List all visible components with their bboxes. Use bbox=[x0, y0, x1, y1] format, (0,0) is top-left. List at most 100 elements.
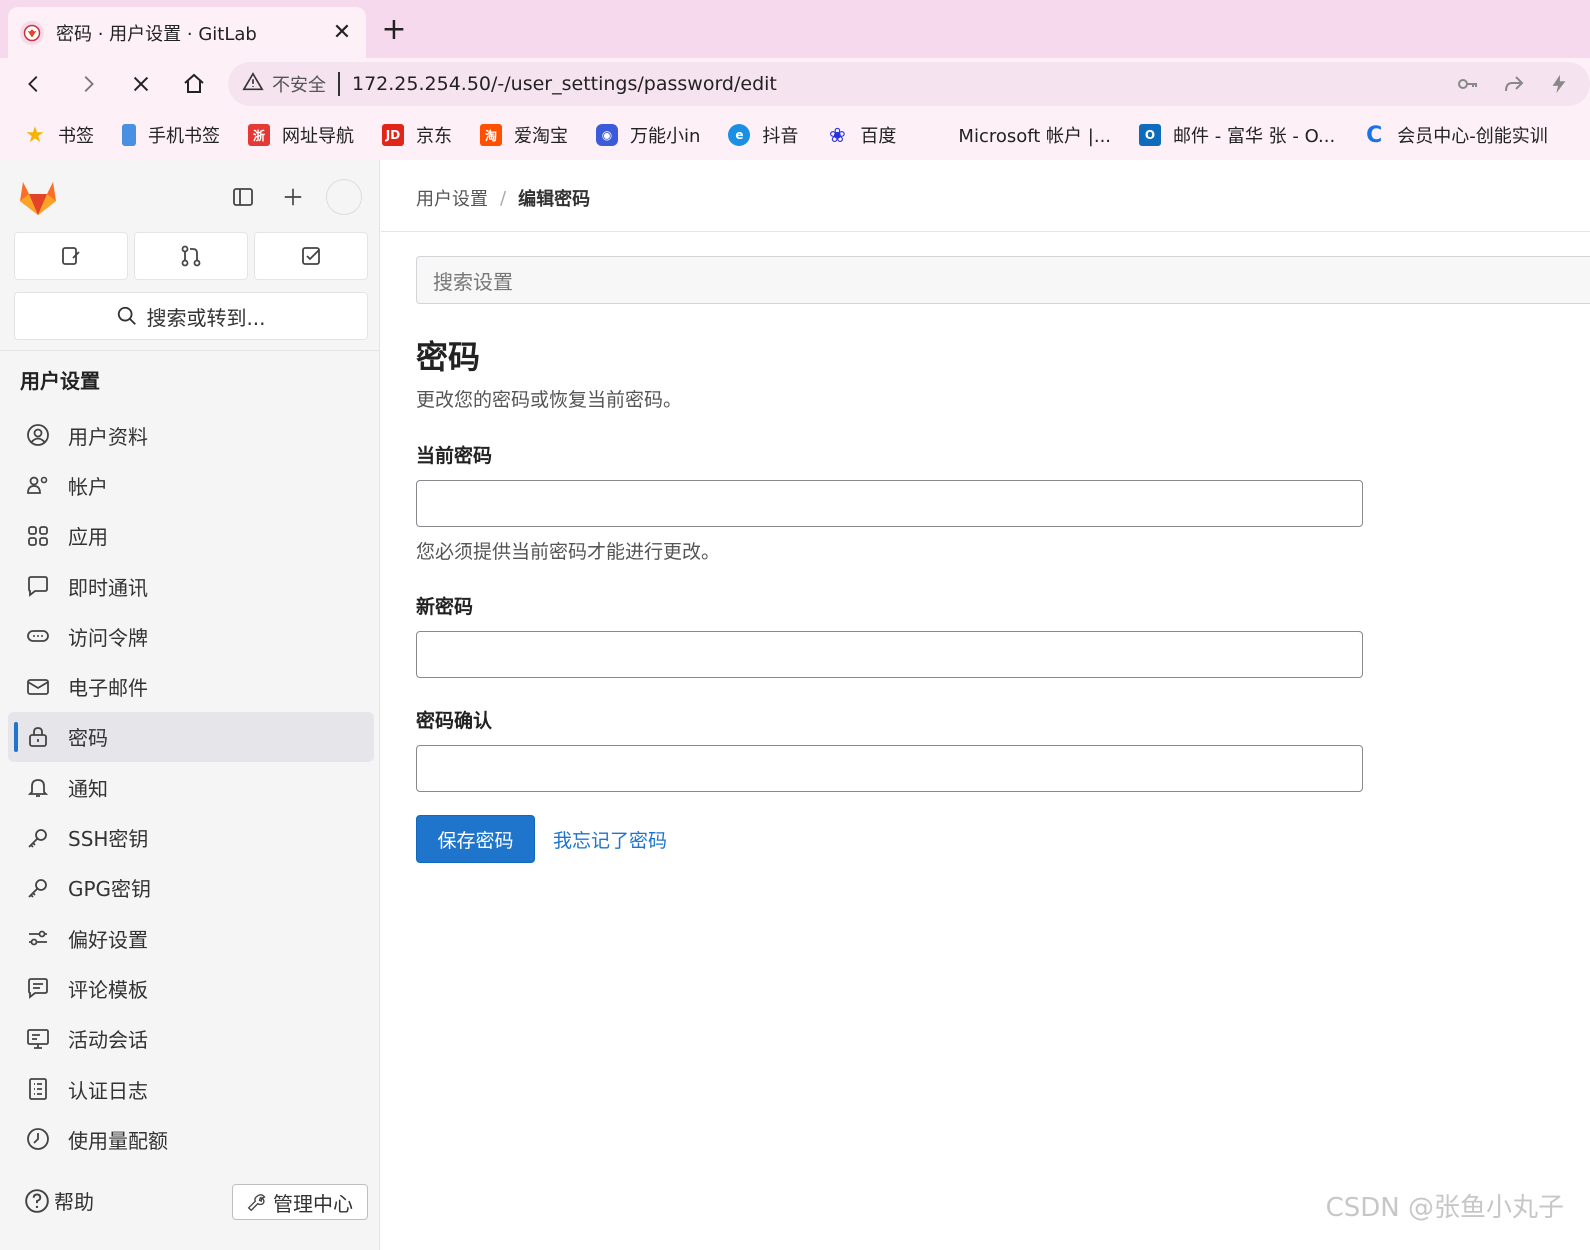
help-label: 帮助 bbox=[54, 1190, 94, 1214]
bookmark-item[interactable]: Microsoft 帐户 |... bbox=[924, 122, 1111, 148]
admin-label: 管理中心 bbox=[273, 1191, 353, 1216]
toggle-sidebar-icon[interactable] bbox=[228, 182, 258, 212]
sidebar-item-label: 通知 bbox=[68, 776, 108, 801]
gitlab-logo-icon[interactable] bbox=[18, 178, 58, 220]
bookmarks-bar: ★ 书签 手机书签 浙 网址导航 JD 京东 淘 爱淘宝 ◉ 万能小in e 抖… bbox=[0, 110, 1590, 160]
sidebar-item-active-sessions[interactable]: 活动会话 bbox=[8, 1014, 374, 1064]
browser-tab[interactable]: 密码 · 用户设置 · GitLab ✕ bbox=[8, 7, 366, 58]
bookmark-label: 万能小in bbox=[630, 126, 701, 147]
sidebar-header bbox=[0, 160, 380, 232]
avatar[interactable] bbox=[326, 179, 362, 215]
key-icon bbox=[24, 824, 52, 852]
lock-icon bbox=[24, 723, 52, 751]
sidebar-item-profile[interactable]: 用户资料 bbox=[8, 410, 374, 460]
sidebar: 搜索或转到... 用户设置 用户资料 帐户 应用 即时通讯 访问令牌 电子邮件 bbox=[0, 160, 380, 1250]
account-icon bbox=[24, 471, 52, 499]
settings-search-input[interactable]: 搜索设置 bbox=[416, 256, 1590, 304]
back-icon[interactable] bbox=[18, 68, 50, 100]
issues-button[interactable] bbox=[14, 232, 128, 280]
bookmark-label: 书签 bbox=[58, 126, 94, 147]
sidebar-item-ssh-keys[interactable]: SSH密钥 bbox=[8, 812, 374, 862]
sidebar-item-label: 即时通讯 bbox=[68, 575, 148, 600]
star-icon: ★ bbox=[25, 122, 45, 148]
new-tab-button[interactable]: + bbox=[378, 14, 410, 46]
password-key-icon[interactable] bbox=[1456, 72, 1480, 100]
bookmark-label: 抖音 bbox=[762, 126, 799, 147]
confirm-password-field[interactable] bbox=[416, 745, 1363, 792]
bookmark-item[interactable]: C 会员中心-创能实训 bbox=[1363, 122, 1548, 148]
bookmark-item[interactable]: JD 京东 bbox=[382, 122, 452, 148]
warning-icon[interactable] bbox=[242, 71, 264, 97]
key-icon bbox=[24, 874, 52, 902]
sidebar-item-preferences[interactable]: 偏好设置 bbox=[8, 913, 374, 963]
home-icon[interactable] bbox=[178, 68, 210, 100]
forward-icon[interactable] bbox=[72, 68, 104, 100]
bookmark-item[interactable]: ❀ 百度 bbox=[826, 122, 896, 148]
sidebar-item-label: 使用量配额 bbox=[68, 1128, 168, 1153]
bookmark-label: 邮件 - 富华 张 - O... bbox=[1173, 126, 1336, 147]
new-password-label: 新密码 bbox=[416, 596, 474, 618]
help-button[interactable]: 帮助 bbox=[24, 1186, 94, 1215]
page-title: 密码 bbox=[416, 338, 481, 376]
todo-button[interactable] bbox=[254, 232, 368, 280]
breadcrumb-edit-password[interactable]: 编辑密码 bbox=[518, 185, 590, 211]
sidebar-item-label: 认证日志 bbox=[68, 1078, 148, 1103]
bookmark-item[interactable]: ★ 书签 bbox=[24, 122, 94, 148]
sidebar-item-password[interactable]: 密码 bbox=[8, 711, 374, 763]
sidebar-section-title: 用户设置 bbox=[20, 369, 100, 393]
bookmark-item[interactable]: ◉ 万能小in bbox=[596, 122, 700, 148]
bookmark-item[interactable]: 浙 网址导航 bbox=[248, 122, 354, 148]
phone-icon bbox=[122, 124, 136, 146]
chat-icon bbox=[24, 572, 52, 600]
sidebar-item-gpg-keys[interactable]: GPG密钥 bbox=[8, 863, 374, 913]
watermark: CSDN @张鱼小丸子 bbox=[1325, 1193, 1564, 1223]
tab-close-icon[interactable]: ✕ bbox=[330, 20, 354, 45]
url-text[interactable]: 172.25.254.50/-/user_settings/password/e… bbox=[352, 73, 777, 95]
bookmark-item[interactable]: O 邮件 - 富华 张 - O... bbox=[1139, 122, 1335, 148]
bookmark-label: 手机书签 bbox=[148, 126, 220, 147]
quota-icon bbox=[24, 1125, 52, 1153]
sidebar-item-access-tokens[interactable]: 访问令牌 bbox=[8, 611, 374, 661]
bookmark-item[interactable]: 手机书签 bbox=[122, 122, 220, 148]
sidebar-item-applications[interactable]: 应用 bbox=[8, 511, 374, 561]
breadcrumb-separator: / bbox=[500, 187, 507, 209]
sidebar-item-account[interactable]: 帐户 bbox=[8, 460, 374, 510]
breadcrumb-user-settings[interactable]: 用户设置 bbox=[416, 185, 488, 211]
todo-icon bbox=[302, 247, 320, 265]
search-icon bbox=[118, 306, 137, 325]
sidebar-item-usage-quotas[interactable]: 使用量配额 bbox=[8, 1114, 374, 1164]
microsoft-icon bbox=[924, 124, 946, 146]
merge-requests-button[interactable] bbox=[134, 232, 248, 280]
outlook-icon: O bbox=[1139, 124, 1162, 146]
sidebar-item-notifications[interactable]: 通知 bbox=[8, 762, 374, 812]
forgot-password-link[interactable]: 我忘记了密码 bbox=[553, 826, 667, 853]
lightning-icon[interactable] bbox=[1548, 72, 1570, 100]
sidebar-item-comment-templates[interactable]: 评论模板 bbox=[8, 963, 374, 1013]
taobao-icon: 淘 bbox=[480, 124, 502, 146]
search-label: 搜索或转到... bbox=[146, 305, 266, 330]
bookmark-label: 京东 bbox=[416, 126, 452, 147]
admin-area-button[interactable]: 管理中心 bbox=[232, 1184, 368, 1220]
save-password-button[interactable]: 保存密码 bbox=[416, 815, 535, 863]
new-password-field[interactable] bbox=[416, 631, 1363, 678]
mail-icon bbox=[24, 673, 52, 701]
sidebar-footer: 帮助 管理中心 bbox=[0, 1182, 380, 1222]
bookmark-item[interactable]: 淘 爱淘宝 bbox=[480, 122, 568, 148]
browser-toolbar: 不安全 172.25.254.50/-/user_settings/passwo… bbox=[0, 58, 1590, 110]
create-new-icon[interactable] bbox=[278, 182, 308, 212]
search-or-goto-button[interactable]: 搜索或转到... bbox=[14, 292, 368, 340]
bookmark-item[interactable]: e 抖音 bbox=[728, 122, 798, 148]
help-icon bbox=[25, 1188, 49, 1213]
stop-loading-icon[interactable] bbox=[125, 68, 157, 100]
browser-tab-strip: 密码 · 用户设置 · GitLab ✕ + bbox=[0, 0, 1590, 58]
preferences-icon bbox=[24, 924, 52, 952]
bookmark-label: 会员中心-创能实训 bbox=[1397, 126, 1548, 147]
gitlab-favicon-icon bbox=[20, 20, 44, 45]
sidebar-item-authentication-log[interactable]: 认证日志 bbox=[8, 1064, 374, 1114]
sidebar-item-emails[interactable]: 电子邮件 bbox=[8, 661, 374, 711]
share-icon[interactable] bbox=[1502, 72, 1526, 100]
sidebar-item-chat[interactable]: 即时通讯 bbox=[8, 561, 374, 611]
current-password-field[interactable] bbox=[416, 480, 1363, 527]
address-bar[interactable]: 不安全 172.25.254.50/-/user_settings/passwo… bbox=[228, 62, 1590, 106]
jd-icon: JD bbox=[382, 124, 404, 146]
